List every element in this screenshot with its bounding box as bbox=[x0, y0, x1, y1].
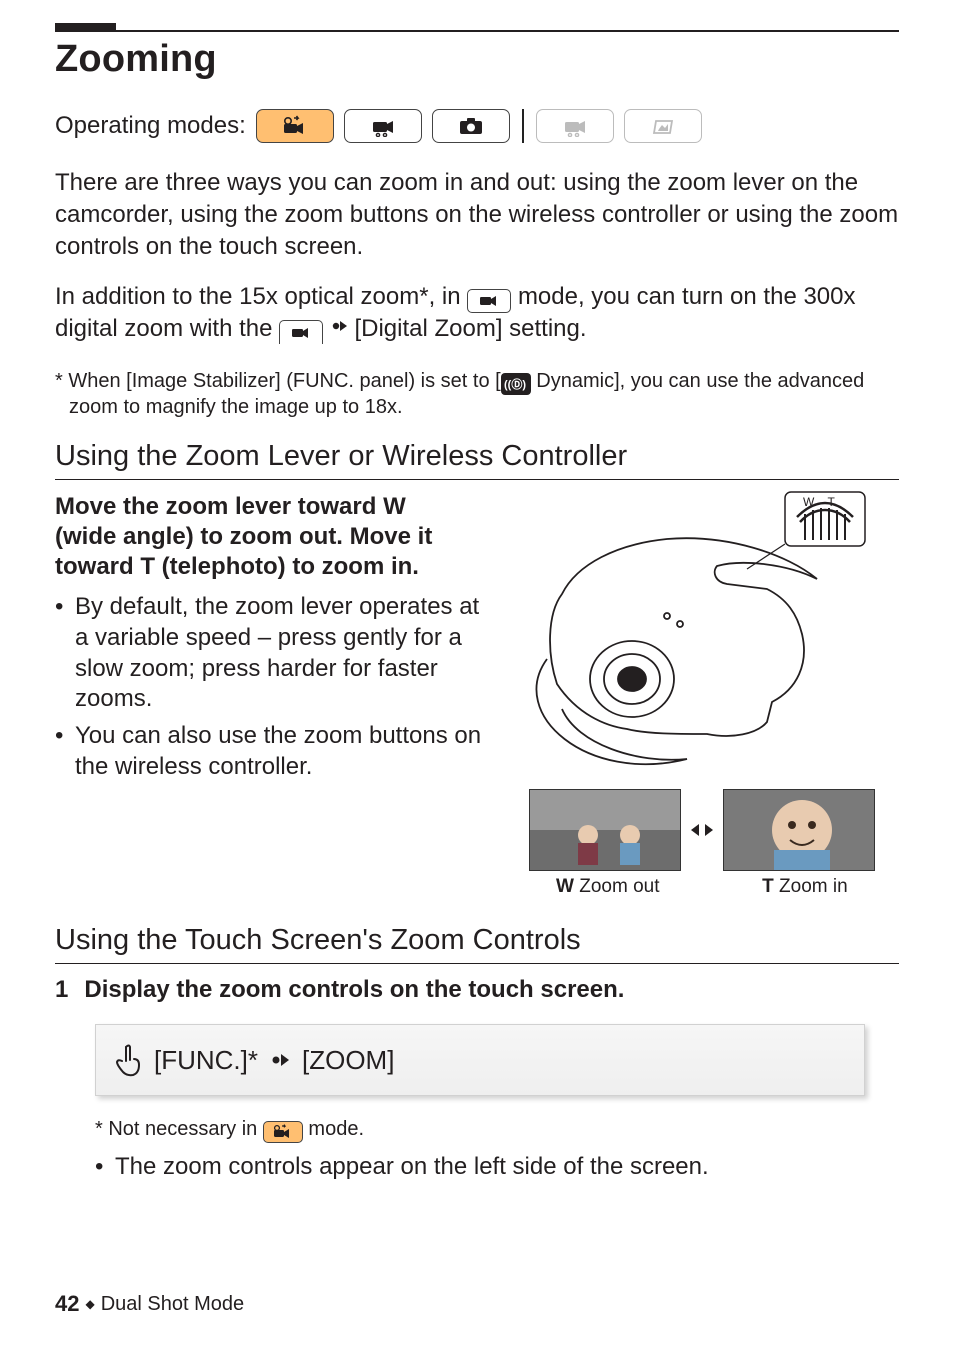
bullet-wireless-controller: You can also use the zoom buttons on the… bbox=[55, 721, 491, 782]
menu-tab-video-icon bbox=[279, 320, 323, 344]
subheading-touch-zoom: Using the Touch Screen's Zoom Controls bbox=[55, 924, 899, 964]
zoom-out-thumbnail bbox=[529, 789, 681, 871]
func-footnote-post: mode. bbox=[308, 1118, 364, 1140]
intro-note-pre: * When [Image Stabilizer] (FUNC. panel) … bbox=[55, 370, 501, 392]
intro-paragraph-1: There are three ways you can zoom in and… bbox=[55, 167, 899, 263]
instr-l3-post: (telephoto) to zoom in. bbox=[155, 553, 419, 580]
auto-mode-small-icon bbox=[263, 1121, 303, 1143]
zoom-label: [ZOOM] bbox=[302, 1045, 394, 1076]
intro-p2-pre: In addition to the 15x optical zoom*, in bbox=[55, 283, 467, 310]
footer-diamond-icon: ◆ bbox=[85, 1297, 94, 1311]
result-bullet: The zoom controls appear on the left sid… bbox=[95, 1153, 899, 1181]
func-footnote: * Not necessary in mode. bbox=[95, 1118, 899, 1143]
caption-zoom-out: W Zoom out bbox=[556, 876, 659, 898]
page-number: 42 bbox=[55, 1291, 79, 1317]
w-glyph: W bbox=[383, 493, 406, 520]
step-1: 1 Display the zoom controls on the touch… bbox=[55, 974, 899, 1006]
footer-chapter: Dual Shot Mode bbox=[101, 1293, 244, 1316]
section-title: Zooming bbox=[55, 38, 899, 81]
mode-separator bbox=[522, 109, 524, 143]
menu-marker-icon-2 bbox=[270, 1049, 290, 1071]
caption-zoom-in: T Zoom in bbox=[762, 876, 848, 898]
mode-auto-icon bbox=[256, 109, 334, 143]
dynamic-is-icon: ((Ⓓ)) bbox=[501, 373, 531, 395]
step-number: 1 bbox=[55, 974, 68, 1006]
operating-modes-row: Operating modes: bbox=[55, 109, 899, 143]
menu-marker-icon bbox=[330, 316, 348, 336]
zoom-in-thumbnail bbox=[723, 789, 875, 871]
operating-modes-label: Operating modes: bbox=[55, 112, 246, 140]
subheading-zoom-lever: Using the Zoom Lever or Wireless Control… bbox=[55, 440, 899, 480]
step-text: Display the zoom controls on the touch s… bbox=[84, 974, 624, 1006]
page-footer: 42 ◆ Dual Shot Mode bbox=[55, 1291, 244, 1317]
touch-icon bbox=[114, 1043, 142, 1077]
func-label: [FUNC.]* bbox=[154, 1045, 258, 1076]
bullet-variable-speed: By default, the zoom lever operates at a… bbox=[55, 592, 491, 715]
func-zoom-bar: [FUNC.]* [ZOOM] bbox=[95, 1024, 865, 1096]
double-arrow-icon bbox=[687, 819, 717, 841]
mode-playback-photo-icon bbox=[624, 109, 702, 143]
camcorder-figure: W – T bbox=[505, 484, 899, 898]
instr-l2: (wide angle) to zoom out. Move it bbox=[55, 523, 432, 550]
mode-manual-video-icon bbox=[344, 109, 422, 143]
t-glyph: T bbox=[140, 553, 155, 580]
instr-l3-pre: toward bbox=[55, 553, 140, 580]
mode-manual-photo-icon bbox=[432, 109, 510, 143]
svg-text:((Ⓓ)): ((Ⓓ)) bbox=[504, 377, 526, 391]
mode-playback-video-icon bbox=[536, 109, 614, 143]
instr-l1-pre: Move the zoom lever toward bbox=[55, 493, 383, 520]
intro-p2-post: [Digital Zoom] setting. bbox=[354, 315, 586, 342]
manual-video-small-icon bbox=[467, 289, 511, 313]
intro-footnote: * When [Image Stabilizer] (FUNC. panel) … bbox=[69, 369, 899, 421]
zoom-instruction: Move the zoom lever toward W (wide angle… bbox=[55, 492, 491, 582]
intro-paragraph-2: In addition to the 15x optical zoom*, in… bbox=[55, 281, 899, 345]
func-footnote-pre: * Not necessary in bbox=[95, 1118, 263, 1140]
